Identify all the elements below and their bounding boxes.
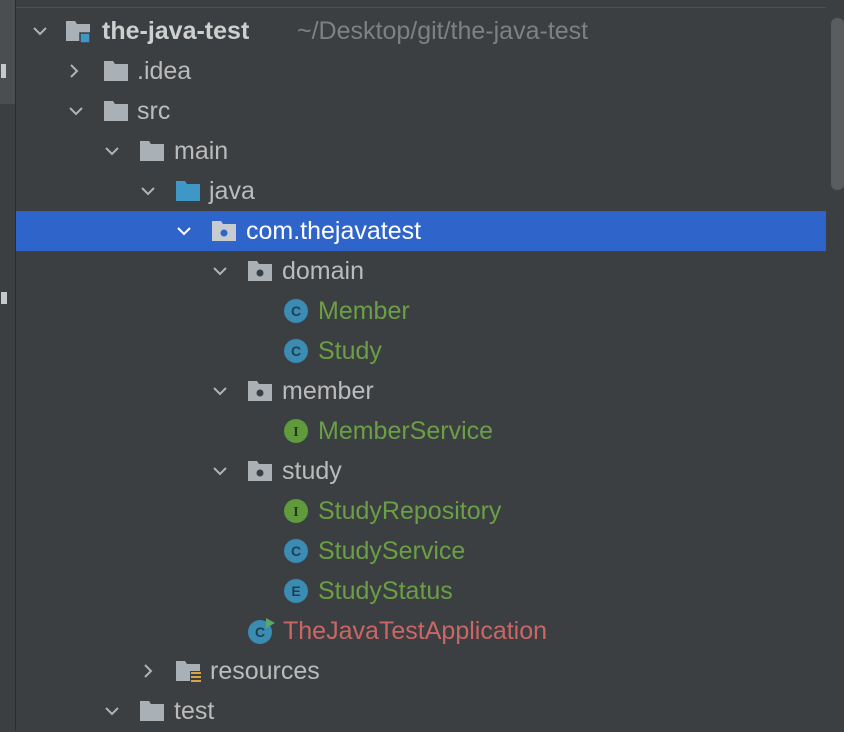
package-icon — [246, 257, 274, 285]
tree-row-application[interactable]: C TheJavaTestApplication — [16, 611, 826, 651]
svg-text:C: C — [291, 343, 301, 359]
structure-tool-tab[interactable] — [1, 132, 13, 292]
package-label: com.thejavatest — [246, 217, 422, 245]
project-tab-marker — [1, 64, 6, 78]
tree-row-study-class[interactable]: C Study — [16, 331, 826, 371]
class-label: StudyService — [318, 537, 466, 565]
tree-row-src[interactable]: src — [16, 91, 826, 131]
chevron-down-icon[interactable] — [30, 21, 50, 41]
svg-text:C: C — [255, 624, 265, 640]
interface-label: StudyRepository — [318, 497, 502, 525]
tree-row-study-service[interactable]: C StudyService — [16, 531, 826, 571]
package-icon — [210, 217, 238, 245]
folder-icon — [138, 697, 166, 725]
tree-row-domain[interactable]: domain — [16, 251, 826, 291]
folder-label: test — [174, 697, 215, 725]
package-icon — [246, 457, 274, 485]
interface-icon: I — [282, 417, 310, 445]
tree-row-member-service[interactable]: I MemberService — [16, 411, 826, 451]
favorites-tab-marker — [1, 292, 7, 304]
class-icon: C — [282, 537, 310, 565]
chevron-down-icon[interactable] — [210, 261, 230, 281]
chevron-down-icon[interactable] — [102, 141, 122, 161]
svg-text:I: I — [293, 505, 298, 520]
folder-label: src — [137, 97, 171, 125]
tree-row-idea[interactable]: .idea — [16, 51, 826, 91]
enum-label: StudyStatus — [318, 577, 453, 605]
vertical-scrollbar[interactable] — [831, 18, 844, 190]
chevron-down-icon[interactable] — [138, 181, 158, 201]
class-label: TheJavaTestApplication — [283, 617, 548, 645]
project-tool-tab[interactable] — [0, 0, 15, 104]
tree-row-package-selected[interactable]: com.thejavatest — [16, 211, 826, 251]
svg-text:C: C — [291, 543, 301, 559]
resources-folder-icon — [174, 657, 202, 685]
chevron-down-icon[interactable] — [66, 101, 86, 121]
enum-icon: E — [282, 577, 310, 605]
tree-row-test[interactable]: test — [16, 691, 826, 731]
folder-icon — [102, 57, 130, 85]
project-tree: the-java-test ~/Desktop/git/the-java-tes… — [16, 11, 826, 731]
folder-label: resources — [210, 657, 320, 685]
class-label: Member — [318, 297, 410, 325]
tool-window-strip — [0, 0, 16, 730]
svg-text:C: C — [291, 303, 301, 319]
tree-row-member-package[interactable]: member — [16, 371, 826, 411]
panel-header-edge — [16, 0, 826, 8]
chevron-down-icon[interactable] — [174, 221, 194, 241]
folder-label: main — [174, 137, 229, 165]
tree-row-study-package[interactable]: study — [16, 451, 826, 491]
tree-row-java[interactable]: java — [16, 171, 826, 211]
folder-label: java — [209, 177, 255, 205]
module-folder-icon — [64, 17, 92, 45]
chevron-right-icon[interactable] — [138, 661, 158, 681]
folder-icon — [102, 97, 130, 125]
package-label: member — [282, 377, 374, 405]
tree-row-study-status[interactable]: E StudyStatus — [16, 571, 826, 611]
tree-row-project-root[interactable]: the-java-test ~/Desktop/git/the-java-tes… — [16, 11, 826, 51]
folder-icon — [138, 137, 166, 165]
svg-text:I: I — [293, 425, 298, 440]
class-icon: C — [282, 337, 310, 365]
tree-row-resources[interactable]: resources — [16, 651, 826, 691]
tree-row-main[interactable]: main — [16, 131, 826, 171]
class-icon: C — [282, 297, 310, 325]
class-label: Study — [318, 337, 382, 365]
run-class-icon: C — [246, 617, 275, 645]
interface-icon: I — [282, 497, 310, 525]
folder-label: .idea — [137, 57, 192, 85]
package-label: study — [282, 457, 342, 485]
chevron-down-icon[interactable] — [210, 381, 230, 401]
package-icon — [246, 377, 274, 405]
project-path: ~/Desktop/git/the-java-test — [297, 17, 589, 45]
chevron-right-icon[interactable] — [64, 61, 84, 81]
interface-label: MemberService — [318, 417, 494, 445]
package-label: domain — [282, 257, 364, 285]
project-name: the-java-test — [102, 17, 250, 45]
tree-row-study-repository[interactable]: I StudyRepository — [16, 491, 826, 531]
chevron-down-icon[interactable] — [210, 461, 230, 481]
tree-row-member-class[interactable]: C Member — [16, 291, 826, 331]
chevron-down-icon[interactable] — [102, 701, 122, 721]
svg-text:E: E — [291, 583, 300, 599]
source-folder-icon — [174, 177, 202, 205]
